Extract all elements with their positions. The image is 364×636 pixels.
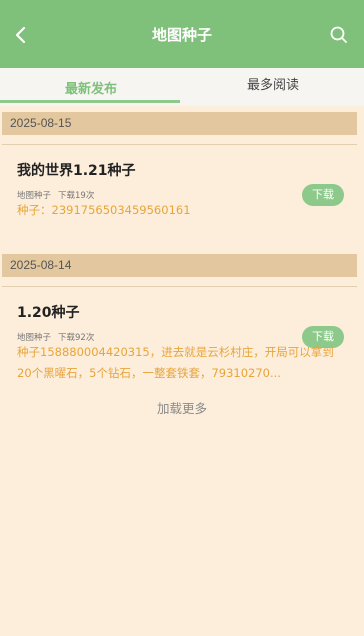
load-more-button[interactable]: 加载更多 (0, 398, 364, 417)
divider (2, 144, 357, 145)
date-header: 2025-08-15 (2, 112, 357, 135)
search-icon (330, 26, 347, 43)
date-header: 2025-08-14 (2, 254, 357, 277)
item-title: 我的世界1.21种子 (17, 163, 136, 179)
divider (2, 286, 357, 287)
item-title: 1.20种子 (17, 305, 80, 321)
page-title: 地图种子 (151, 26, 212, 44)
item-seed-text: 种子：2391756503459560161 (17, 203, 191, 217)
active-tab-indicator (0, 100, 180, 103)
app-header: 地图种子 (0, 0, 364, 68)
search-button[interactable] (326, 22, 352, 48)
item-seed-text: 种子158880004420315，进去就是云杉村庄，开局可以拿到20个黑曜石，… (17, 345, 334, 380)
tab-most-read[interactable]: 最多阅读 (182, 68, 364, 106)
